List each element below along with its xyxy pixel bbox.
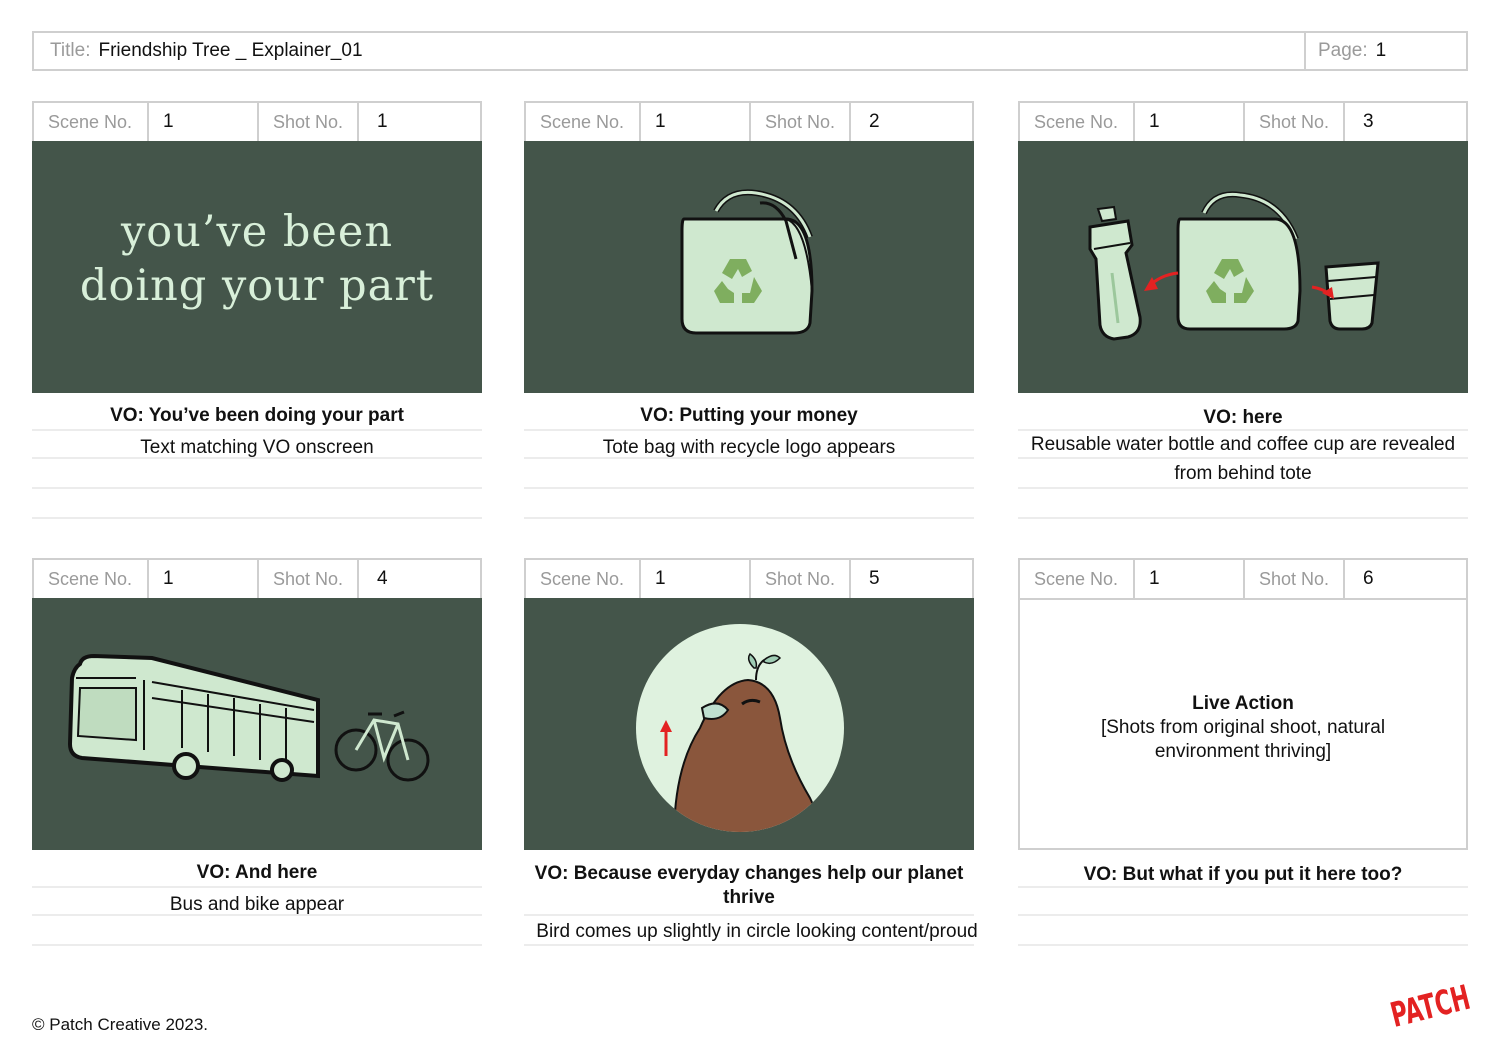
note-rule [524,429,974,431]
note-rule [1018,457,1468,459]
storyboard-frame: you’ve been doing your part [32,141,482,393]
title-value: Friendship Tree _ Explainer_01 [98,40,363,61]
voiceover-text: VO: Putting your money [640,405,858,426]
bicycle-icon [334,710,430,782]
panel-shot-1: Scene No. 1 Shot No. 1 you’ve been doing… [32,101,482,519]
action-description: Reusable water bottle and coffee cup are… [1030,434,1456,484]
bus-icon [67,653,320,782]
panel-header: Scene No. 1 Shot No. 5 [524,558,974,598]
storyboard-frame [524,141,974,393]
tote-bag-icon [680,189,814,335]
note-rule [32,429,482,431]
note-rule [32,517,482,519]
tote-bag-icon [1176,191,1302,331]
scene-label: Scene No. [526,560,641,598]
scene-number: 1 [1135,103,1245,141]
shot-number: 4 [377,568,388,589]
note-rule [524,944,974,946]
panel-header: Scene No. 1 Shot No. 1 [32,101,482,141]
onscreen-text: you’ve been doing your part [32,205,482,313]
note-rule [1018,487,1468,489]
live-action-description: [Shots from original shoot, natural envi… [1100,717,1386,762]
note-rule [32,487,482,489]
scene-label: Scene No. [1020,103,1135,141]
storyboard-frame [32,598,482,850]
note-rule [1018,914,1468,916]
coffee-cup-icon [1324,261,1380,331]
patch-logo: PATCH [1387,978,1472,1034]
panel-header: Scene No. 1 Shot No. 3 [1018,101,1468,141]
panel-shot-5: Scene No. 1 Shot No. 5 VO: Because every… [524,558,978,946]
scene-label: Scene No. [526,103,641,141]
scene-label: Scene No. [1020,560,1135,598]
scene-label: Scene No. [34,560,149,598]
title-label: Title: [50,40,91,61]
shot-label: Shot No. [1245,103,1345,141]
panel-shot-3: Scene No. 1 Shot No. 3 VO: here Reusable… [1018,101,1468,519]
panel-shot-2: Scene No. 1 Shot No. 2 VO: Putting your … [524,101,974,519]
note-rule [32,944,482,946]
note-rule [524,487,974,489]
page-cell: Page: 1 [1306,33,1466,69]
panel-header: Scene No. 1 Shot No. 6 [1018,558,1468,598]
note-rule [524,914,974,916]
scene-number: 1 [149,103,259,141]
shot-number: 2 [869,111,880,132]
shot-label: Shot No. [1245,560,1345,598]
scene-number: 1 [641,103,751,141]
title-bar: Title: Friendship Tree _ Explainer_01 Pa… [32,31,1468,71]
water-bottle-icon [1088,205,1142,341]
page-value: 1 [1375,40,1387,61]
bus-bike-illustration [67,653,430,782]
voiceover-text: VO: And here [196,862,318,883]
shot-label: Shot No. [751,103,851,141]
storyboard-frame [524,598,974,850]
shot-label: Shot No. [751,560,851,598]
shot-number: 3 [1363,111,1374,132]
voiceover-text: VO: Because everyday changes help our pl… [534,863,964,908]
note-rule [524,517,974,519]
scene-number: 1 [149,560,259,598]
onscreen-text-line-1: you’ve been [120,207,394,257]
scene-number: 1 [641,560,751,598]
shot-label: Shot No. [259,560,359,598]
patch-logo-icon: PATCH [1387,978,1472,1034]
live-action-note: Live Action [Shots from original shoot, … [1020,692,1466,764]
bird-circle-illustration [636,624,844,832]
action-description: Bird comes up slightly in circle looking… [536,921,978,942]
panel-shot-6: Scene No. 1 Shot No. 6 Live Action [Shot… [1018,558,1468,946]
shot-number: 6 [1363,568,1374,589]
storyboard-frame [1018,141,1468,393]
voiceover-text: VO: You’ve been doing your part [110,405,404,426]
voiceover-text: VO: here [1203,407,1283,428]
tote-bag-illustration [680,189,814,335]
note-rule [1018,517,1468,519]
scene-label: Scene No. [34,103,149,141]
onscreen-text-line-2: doing your part [79,261,435,311]
live-action-title: Live Action [1192,693,1294,714]
note-rule [32,457,482,459]
panel-header: Scene No. 1 Shot No. 4 [32,558,482,598]
copyright-text: © Patch Creative 2023. [32,1015,209,1034]
note-rule [1018,886,1468,888]
shot-number: 1 [377,111,388,132]
title-cell: Title: Friendship Tree _ Explainer_01 [34,33,1306,69]
scene-number: 1 [1135,560,1245,598]
note-rule [524,457,974,459]
tote-bottle-cup-illustration [1088,191,1380,341]
panel-header: Scene No. 1 Shot No. 2 [524,101,974,141]
panel-shot-4: Scene No. 1 Shot No. 4 VO: And here Bus … [32,558,482,946]
note-rule [32,886,482,888]
page-label: Page: [1318,40,1368,61]
voiceover-text: VO: But what if you put it here too? [1083,864,1403,885]
shot-label: Shot No. [259,103,359,141]
note-rule [32,914,482,916]
shot-number: 5 [869,568,880,589]
storyboard-frame-live-action: Live Action [Shots from original shoot, … [1018,598,1468,850]
note-rule [1018,944,1468,946]
svg-text:PATCH: PATCH [1387,978,1472,1034]
